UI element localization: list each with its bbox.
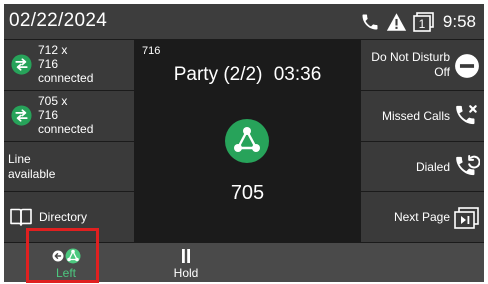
line-available-text: Line available bbox=[8, 152, 55, 182]
status-icons: 1 9:58 bbox=[360, 11, 476, 33]
call-info-panel: 716 Party (2/2) 03:36 705 bbox=[135, 40, 360, 242]
party-extension: 716 bbox=[38, 57, 59, 71]
dnd-label: Do Not Disturb bbox=[371, 50, 450, 64]
conference-icon bbox=[225, 119, 269, 163]
transfer-arrows-icon bbox=[11, 105, 32, 126]
directory-key[interactable]: Directory bbox=[4, 192, 134, 242]
pause-icon bbox=[182, 249, 190, 263]
party-status: connected bbox=[38, 71, 94, 85]
line-key-712[interactable]: 712 x 716 connected bbox=[4, 40, 134, 90]
do-not-disturb-icon bbox=[455, 54, 479, 78]
dnd-text: Do Not Disturb Off bbox=[371, 50, 450, 80]
party-number: 712 x bbox=[38, 43, 68, 57]
call-title: Party (2/2) 03:36 bbox=[135, 64, 360, 86]
left-softkey[interactable]: Left bbox=[30, 243, 102, 282]
call-timer: 03:36 bbox=[273, 64, 322, 85]
party-number: 705 x bbox=[38, 94, 68, 108]
dialed-calls-icon bbox=[456, 154, 480, 176]
party-status: connected bbox=[38, 122, 94, 136]
missed-calls-label: Missed Calls bbox=[381, 109, 450, 123]
left-softkey-label: Left bbox=[55, 266, 76, 280]
transfer-arrows-icon bbox=[11, 54, 32, 75]
next-page-key[interactable]: Next Page bbox=[361, 192, 484, 242]
book-icon bbox=[10, 208, 32, 226]
line-key-available[interactable]: Line available bbox=[4, 142, 134, 191]
phone-handset-icon bbox=[362, 14, 378, 30]
line-key-705[interactable]: 705 x 716 connected bbox=[4, 91, 134, 141]
do-not-disturb-key[interactable]: Do Not Disturb Off bbox=[361, 40, 484, 90]
dnd-status: Off bbox=[434, 65, 450, 79]
softkey-bar: Left Hold bbox=[4, 243, 484, 282]
next-page-label: Next Page bbox=[393, 210, 450, 224]
clock: 9:58 bbox=[442, 12, 476, 31]
warning-icon bbox=[386, 13, 407, 31]
status-bar: 02/22/2024 1 9:58 bbox=[4, 4, 484, 39]
phone-screen: 02/22/2024 1 9:58 712 x 716 connected 70… bbox=[4, 4, 484, 282]
line-status: available bbox=[8, 167, 56, 181]
line-count-label: 1 bbox=[419, 17, 426, 31]
party-extension: 716 bbox=[38, 108, 59, 122]
missed-call-icon bbox=[456, 105, 477, 125]
own-extension: 716 bbox=[142, 45, 161, 57]
party-number-display: 705 bbox=[230, 182, 265, 204]
hold-softkey-label: Hold bbox=[173, 266, 199, 280]
conference-party-label: Party (2/2) bbox=[173, 64, 263, 85]
line-key-712-text: 712 x 716 connected bbox=[38, 43, 93, 85]
next-page-icon bbox=[454, 207, 479, 229]
dialed-key[interactable]: Dialed bbox=[361, 142, 484, 191]
hold-softkey[interactable]: Hold bbox=[150, 243, 222, 282]
line-label: Line bbox=[8, 152, 31, 166]
line-key-705-text: 705 x 716 connected bbox=[38, 94, 93, 136]
conference-leave-icon bbox=[52, 248, 81, 264]
line-count-icon: 1 bbox=[413, 12, 434, 32]
date-display: 02/22/2024 bbox=[9, 10, 108, 31]
dialed-label: Dialed bbox=[415, 160, 450, 174]
directory-label: Directory bbox=[39, 210, 88, 224]
missed-calls-key[interactable]: Missed Calls bbox=[361, 91, 484, 141]
